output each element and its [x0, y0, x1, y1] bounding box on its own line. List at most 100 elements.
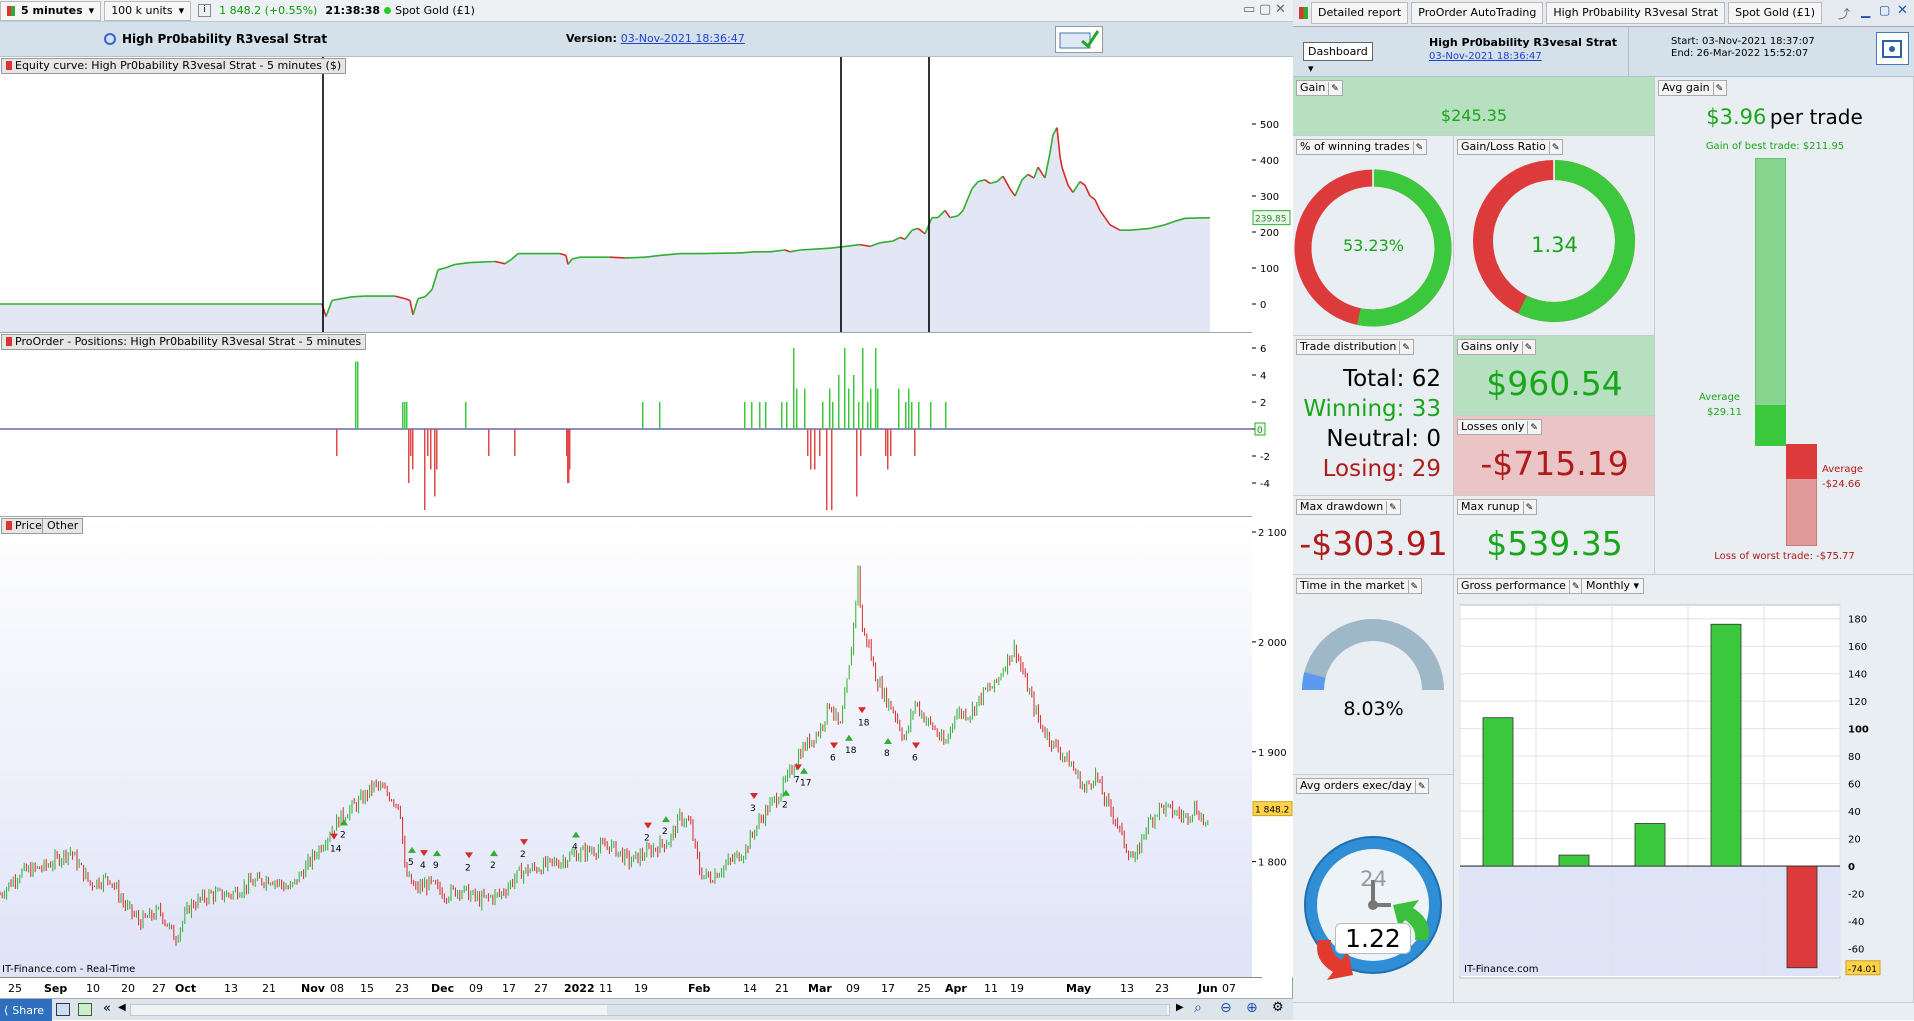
share-button[interactable]: ⟨ Share: [0, 999, 52, 1021]
price-background: [0, 517, 1252, 977]
tab-proorder[interactable]: ProOrder AutoTrading: [1411, 2, 1544, 24]
position-bar: [357, 361, 359, 429]
wrench-icon[interactable]: ✎: [1412, 141, 1423, 155]
time-tick-label: May: [1066, 982, 1091, 995]
maximize-icon[interactable]: ▢: [1879, 3, 1890, 17]
position-bar: [858, 402, 860, 429]
gross-performance-label: Gross performance ✎: [1457, 578, 1584, 594]
time-tick-label: 25: [917, 982, 931, 995]
start-value: 03-Nov-2021 18:37:07: [1702, 36, 1815, 47]
close-icon[interactable]: ✕: [1275, 2, 1286, 17]
zoom-in-icon[interactable]: ⊕: [1246, 1000, 1258, 1016]
equity-tick-label: 200: [1260, 228, 1279, 239]
gross-tick-label: -60: [1848, 945, 1864, 956]
equity-segment: [624, 256, 646, 259]
wrench-icon[interactable]: ✎: [1521, 341, 1532, 355]
version-link[interactable]: 03-Nov-2021 18:36:47: [621, 32, 745, 45]
panel-color-icon: [6, 61, 12, 70]
scrollbar-thumb[interactable]: [607, 1005, 1167, 1015]
gross-tick-label: 160: [1848, 642, 1867, 653]
chart-toolbar: 5 minutes ▾ 100 k units ▾ i 1 848.2 (+0.55…: [0, 0, 1293, 22]
dashboard-label: Dashboard: [1308, 45, 1368, 58]
gross-period-select[interactable]: Monthly ▾: [1581, 578, 1645, 594]
report-settings-icon: [1882, 40, 1902, 58]
dashboard-select[interactable]: Dashboard ▾: [1303, 42, 1373, 75]
scroll-left-icon[interactable]: ◀: [118, 1002, 126, 1013]
minimize-icon[interactable]: ▭: [1243, 2, 1255, 17]
wrench-icon[interactable]: ✎: [1328, 82, 1339, 96]
wrench-icon[interactable]: ✎: [1522, 501, 1533, 515]
report-version-link[interactable]: 03-Nov-2021 18:36:47: [1429, 51, 1542, 62]
wrench-icon[interactable]: ✎: [1568, 580, 1580, 594]
tab-instrument[interactable]: Spot Gold (£1): [1728, 2, 1822, 24]
gross-bar: [1634, 823, 1666, 867]
position-bar: [898, 388, 900, 429]
time-tick-label: Apr: [945, 982, 967, 995]
status-dot-icon: [384, 7, 392, 14]
position-bar: [355, 361, 357, 429]
tab-detailed-report[interactable]: Detailed report: [1311, 2, 1409, 24]
wrench-icon[interactable]: ✎: [1399, 341, 1410, 355]
wrench-icon[interactable]: ✎: [1414, 780, 1425, 794]
start-label: Start:: [1671, 36, 1699, 47]
gross-performance-cell: Gross performance ✎ Monthly ▾ 180 160 140 12…: [1454, 575, 1914, 1003]
horizontal-scrollbar[interactable]: [130, 1004, 1170, 1016]
position-bar: [848, 388, 850, 429]
total-trades: Total: 62: [1342, 366, 1441, 392]
clock-hour: 24: [1360, 867, 1387, 891]
gain-loss-label: Gain/Loss Ratio ✎: [1457, 139, 1564, 155]
time-tick-label: 27: [534, 982, 548, 995]
info-icon[interactable]: i: [198, 4, 212, 17]
trade-dist-label: Trade distribution ✎: [1296, 339, 1414, 355]
time-tick-label: 17: [881, 982, 895, 995]
other-panel-label[interactable]: Other: [42, 518, 84, 534]
price-axis: 2 100 2 000 1 900 1 800 1 848.2: [1252, 517, 1293, 977]
price-tab[interactable]: Price: [15, 519, 42, 532]
tab-strategy[interactable]: High Pr0bability R3vesal Strat: [1546, 2, 1726, 24]
zoom-out-icon[interactable]: ⊖: [1220, 1000, 1232, 1016]
avg-loss-value: -$24.66: [1822, 479, 1861, 490]
gross-tick-label: 100: [1848, 725, 1869, 736]
export-icon[interactable]: [78, 1003, 92, 1016]
settings-icon[interactable]: ⚙: [1272, 1000, 1284, 1015]
wrench-icon[interactable]: ✎: [1407, 580, 1418, 594]
time-market-value: 8.03%: [1343, 698, 1404, 720]
pct-winning-cell: % of winning trades ✎ 53.23%: [1293, 136, 1454, 336]
time-market-label-text: Time in the market: [1300, 579, 1405, 592]
zoom-fit-icon[interactable]: ⌕: [1194, 1000, 1202, 1016]
time-tick-label: 2022: [564, 982, 595, 995]
equity-axis: 500 400 300 200 100 0 239.85: [1252, 57, 1293, 333]
max-runup-label-text: Max runup: [1461, 500, 1520, 513]
share-icon[interactable]: ⤴: [1838, 5, 1850, 22]
minimize-icon[interactable]: ▁: [1861, 4, 1870, 18]
layout-icon[interactable]: [56, 1003, 70, 1016]
time-tick-label: Nov: [301, 982, 326, 995]
gain-label: Gain ✎: [1296, 80, 1343, 96]
wrench-icon[interactable]: ✎: [1527, 421, 1538, 435]
time-tick-label: 15: [360, 982, 374, 995]
maximize-icon[interactable]: ▢: [1259, 2, 1271, 17]
strategy-header: High Pr0bability R3vesal Strat Version: …: [0, 22, 1293, 57]
wrench-icon[interactable]: ✎: [1386, 501, 1397, 515]
scroll-right-icon[interactable]: ▶: [1176, 1002, 1184, 1013]
timeframe-select[interactable]: 5 minutes ▾: [0, 0, 102, 21]
wrench-icon[interactable]: ✎: [1712, 82, 1723, 96]
trade-count-label: 2: [465, 863, 471, 873]
position-bar: [945, 402, 947, 429]
avg-orders-label-text: Avg orders exec/day: [1300, 779, 1412, 792]
time-tick-label: 07: [1222, 982, 1236, 995]
position-bar: [514, 429, 516, 456]
trade-count-label: 6: [830, 753, 836, 763]
close-icon[interactable]: ✕: [1897, 3, 1908, 18]
report-settings-button[interactable]: [1876, 32, 1909, 65]
report-chart-button[interactable]: [1055, 26, 1103, 53]
wrench-icon[interactable]: ✎: [1548, 141, 1559, 155]
position-bar: [930, 402, 932, 429]
gross-tick-label: 80: [1848, 752, 1861, 763]
chevron-down-icon: ▾: [88, 4, 95, 17]
rewind-icon[interactable]: «: [103, 1001, 111, 1016]
report-window: Detailed report ProOrder AutoTrading Hig…: [1293, 0, 1914, 1020]
start-row: Start: 03-Nov-2021 18:37:07: [1671, 36, 1815, 47]
units-select[interactable]: 100 k units ▾: [104, 0, 192, 21]
time-tick-label: 17: [502, 982, 516, 995]
